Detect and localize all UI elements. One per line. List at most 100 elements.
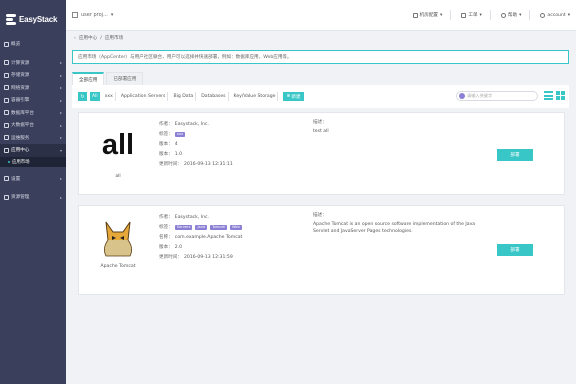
brand-logo[interactable]: EasyStack (0, 0, 66, 38)
user-icon (540, 12, 546, 18)
sidebar-item-label: 资源管理 (11, 195, 30, 201)
chevron-right-icon: ▸ (59, 85, 62, 91)
tag-badge: xxx (174, 131, 186, 137)
sidebar-nav: 概览 计算资源 ▸ 存储资源 ▸ 网络资源 ▸ 容器引擎 ▸ 数据库平台 ▸ 大数据平台 ▸ 运维服务 ▸ 应… (0, 38, 66, 204)
chevron-down-icon: ▾ (567, 12, 570, 18)
app-logo: all all (87, 121, 149, 180)
topbar-help[interactable]: 帮助 ▾ (500, 12, 521, 18)
sidebar-subitem-app-market[interactable]: 应用市场 (0, 156, 66, 167)
project-icon (72, 12, 78, 18)
menu-icon (4, 194, 9, 200)
deploy-button[interactable]: 部署 (497, 244, 533, 256)
sidebar-subitem-label: 应用市场 (12, 159, 30, 165)
deploy-button[interactable]: 部署 (497, 149, 533, 161)
topbar-account[interactable]: account ▾ (540, 12, 570, 18)
breadcrumb: ‹ 应用中心 / 应用市场 (66, 31, 576, 45)
chevron-right-icon: ▸ (59, 135, 62, 141)
ticket-icon (461, 12, 467, 18)
breadcrumb-item[interactable]: 应用中心 (79, 35, 97, 41)
category-chip[interactable]: xxx (103, 92, 116, 101)
meta-key: 版本： (159, 245, 173, 250)
menu-icon (4, 60, 9, 66)
topbar-account-label: account (547, 12, 566, 18)
search-input[interactable]: 请输入关键字 (456, 91, 538, 101)
sidebar-item-8[interactable]: 应用中心 ▾ (0, 144, 66, 157)
menu-icon (4, 110, 9, 116)
tomcat-logo-icon (104, 221, 132, 257)
sidebar-item-label: 设置 (11, 176, 21, 182)
desc-text: Apache Tomcat is an open source software… (313, 222, 476, 234)
chevron-right-icon: ▸ (59, 194, 62, 200)
desc-label: 描述： (313, 120, 327, 125)
sidebar-item-label: 大数据平台 (11, 123, 34, 129)
tabs: 全部应用 已部署应用 (72, 72, 144, 85)
info-tip: 应用市场（AppCenter）与用户社区联合，用户可以选择并快速部署，例如：数据… (72, 50, 569, 64)
category-chip[interactable]: All (90, 92, 100, 101)
tag-badge: Tomcat (210, 224, 227, 230)
app-card-tomcat: Apache Tomcat 作者： Easystack, Inc. 标签： Serve… (78, 205, 565, 295)
meta-value: Easystack, Inc. (174, 121, 209, 127)
sidebar: EasyStack 概览 计算资源 ▸ 存储资源 ▸ 网络资源 ▸ 容器引擎 ▸ 数据库平台 ▸ 大数… (0, 0, 66, 384)
project-selector[interactable]: user proj... ▾ (72, 12, 113, 18)
topbar-tickets[interactable]: 工单 ▾ (461, 12, 482, 18)
meta-row: 更新时间： 2016-09-13 12:31:59 (159, 252, 299, 262)
meta-row: 名称： com.example.Apache Tomcat (159, 232, 299, 242)
help-icon (500, 12, 506, 18)
meta-row: 更新时间： 2016-09-13 12:31:11 (159, 159, 299, 169)
topbar-datacenter-label: 机房配置 (419, 13, 439, 18)
sidebar-item-7[interactable]: 运维服务 ▸ (0, 132, 66, 145)
sidebar-item-2[interactable]: 存储资源 ▸ (0, 69, 66, 82)
sidebar-item-6[interactable]: 大数据平台 ▸ (0, 119, 66, 132)
category-chip[interactable]: Application Servers (119, 92, 169, 101)
app-meta: 作者： Easystack, Inc. 标签： xxx 版本： 4 版本： 1.0 更新时间： 2… (159, 119, 299, 169)
sidebar-item-label: 存储资源 (11, 73, 30, 79)
chevron-down-icon: ▾ (110, 12, 114, 18)
tag-badge: Web (229, 224, 242, 230)
sidebar-item-0[interactable]: 概览 (0, 38, 66, 51)
new-button[interactable]: ⊕ 新建 (283, 92, 304, 101)
meta-row: 版本： 1.0 (159, 149, 299, 159)
info-tip-text: 应用市场（AppCenter）与用户社区联合，用户可以选择并快速部署，例如：数据… (78, 55, 292, 60)
sidebar-item-9[interactable]: 设置 ▸ (0, 173, 66, 186)
grid-view-icon[interactable] (556, 91, 565, 100)
chevron-right-icon: ▸ (59, 72, 62, 78)
app-description: 描述： Apache Tomcat is an open source soft… (313, 212, 489, 235)
refresh-icon[interactable]: ↻ (78, 92, 87, 101)
list-view-icon[interactable] (544, 91, 553, 100)
meta-row: 标签： xxx (159, 129, 299, 139)
category-chip[interactable]: Big Data (171, 92, 197, 101)
tag-badge: Java (195, 224, 208, 230)
sidebar-item-10[interactable]: 资源管理 ▸ (0, 191, 66, 204)
topbar-tickets-label: 工单 (468, 13, 478, 18)
menu-icon (4, 97, 9, 103)
tab-all-apps[interactable]: 全部应用 (72, 72, 105, 85)
app-meta: 作者： Easystack, Inc. 标签： Servers Java Tomcat We… (159, 212, 299, 262)
meta-value: 2016-09-13 12:31:59 (183, 254, 233, 260)
category-chip[interactable]: Databases (199, 92, 229, 101)
sidebar-item-5[interactable]: 数据库平台 ▸ (0, 107, 66, 120)
chevron-right-icon: ▸ (59, 97, 62, 103)
chevron-right-icon: ▸ (59, 110, 62, 116)
breadcrumb-current: 应用市场 (104, 36, 124, 41)
sidebar-item-4[interactable]: 容器引擎 ▸ (0, 94, 66, 107)
app-logo-text: all (101, 129, 135, 161)
menu-icon (4, 122, 9, 128)
category-chip[interactable]: Key/Value Storage (232, 92, 279, 101)
chevron-right-icon: ▸ (59, 176, 62, 182)
sidebar-item-1[interactable]: 计算资源 ▸ (0, 57, 66, 70)
chevron-left-icon[interactable]: ‹ (74, 36, 76, 41)
menu-icon (4, 72, 9, 78)
topbar-datacenter[interactable]: 机房配置 ▾ (412, 12, 443, 18)
menu-icon (4, 85, 9, 91)
menu-icon (4, 176, 9, 182)
chevron-down-icon: ▾ (440, 12, 443, 18)
meta-row: 版本： 4 (159, 139, 299, 149)
tab-deployed-apps[interactable]: 已部署应用 (106, 72, 144, 85)
sidebar-item-3[interactable]: 网络资源 ▸ (0, 82, 66, 95)
search-icon (459, 93, 465, 99)
meta-key: 标签： (159, 132, 173, 137)
category-chips: All xxx Application Servers Big Data Databas… (90, 92, 279, 101)
meta-key: 更新时间： (159, 162, 182, 167)
sidebar-item-label: 应用中心 (11, 148, 30, 154)
meta-value: 2016-09-13 12:31:11 (183, 161, 233, 167)
